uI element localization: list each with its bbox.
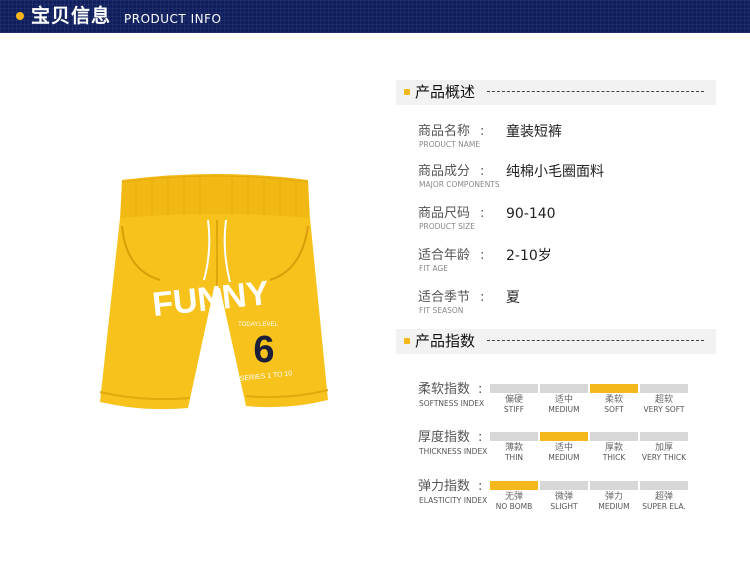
info-label-cn: 适合季节	[418, 290, 471, 305]
index-option-label: 加厚 VERY THICK	[634, 443, 694, 462]
index-row-thickness: 厚度指数 THICKNESS INDEX : 薄款 THIN 适中 MEDIUM 厚款 T…	[418, 430, 718, 472]
product-info-page: 宝贝信息 PRODUCT INFO FUNNY TODAY.LEVEL 6 SE…	[0, 0, 750, 561]
index-segment-selected	[540, 432, 588, 441]
info-label-en: FIT AGE	[419, 264, 449, 273]
index-option-cn: 加厚	[654, 443, 673, 453]
index-segment-unselected	[640, 432, 688, 441]
info-value: 纯棉小毛圈面料	[506, 164, 604, 180]
section-divider	[487, 91, 704, 92]
index-option-en: VERY THICK	[641, 453, 687, 462]
info-label-cn: 适合年龄	[418, 248, 471, 263]
index-label-en: THICKNESS INDEX	[419, 447, 488, 456]
info-row-season: 适合季节 FIT SEASON : 夏	[418, 290, 718, 320]
info-label-cn: 商品名称	[418, 124, 471, 139]
product-image: FUNNY TODAY.LEVEL 6 SERIES 1 TO 10	[96, 170, 336, 430]
index-label-cn: 弹力指数	[418, 479, 471, 494]
info-label-en: PRODUCT NAME	[419, 140, 481, 149]
print-small-text: TODAY.LEVEL	[238, 322, 278, 328]
index-option-cn: 超弹	[654, 492, 673, 502]
info-colon: :	[480, 206, 485, 221]
index-colon: :	[478, 382, 483, 397]
info-label-cn: 商品尺码	[418, 206, 471, 221]
shorts-illustration: FUNNY TODAY.LEVEL 6 SERIES 1 TO 10	[99, 174, 329, 410]
header-title-en: PRODUCT INFO	[124, 12, 222, 26]
info-value: 2-10岁	[506, 248, 552, 264]
info-value: 夏	[506, 290, 520, 306]
print-number-text: 6	[253, 329, 274, 371]
info-colon: :	[480, 290, 485, 305]
index-segment-selected	[590, 384, 638, 393]
index-label-cn: 柔软指数	[418, 382, 471, 397]
index-segment-unselected	[540, 481, 588, 490]
info-label-cn: 商品成分	[418, 164, 471, 179]
info-label-en: FIT SEASON	[419, 306, 464, 315]
section-divider	[487, 340, 704, 341]
index-row-softness: 柔软指数 SOFTNESS INDEX : 偏硬 STIFF 适中 MEDIUM 柔软 S…	[418, 382, 718, 424]
index-section-bar: 产品指数	[396, 329, 716, 354]
info-row-size: 商品尺码 PRODUCT SIZE : 90-140	[418, 206, 718, 236]
index-row-elasticity: 弹力指数 ELASTICITY INDEX : 无弹 NO BOMB 微弹 SLIGH…	[418, 479, 718, 521]
index-option-en: VERY SOFT	[643, 405, 685, 414]
info-label-en: PRODUCT SIZE	[419, 222, 475, 231]
index-segment-unselected	[640, 481, 688, 490]
index-option-en: SUPER ELA.	[642, 502, 686, 511]
overview-title: 产品概述	[415, 83, 476, 101]
index-segment-unselected	[490, 432, 538, 441]
info-value: 童装短裤	[506, 124, 562, 140]
index-segment-unselected	[490, 384, 538, 393]
header-bullet-icon	[16, 12, 24, 20]
index-colon: :	[478, 430, 483, 445]
index-colon: :	[478, 479, 483, 494]
info-row-age: 适合年龄 FIT AGE : 2-10岁	[418, 248, 718, 278]
section-bullet-icon	[404, 338, 410, 344]
index-segment-unselected	[590, 481, 638, 490]
info-colon: :	[480, 124, 485, 139]
overview-section-bar: 产品概述	[396, 80, 716, 105]
info-row-components: 商品成分 MAJOR COMPONENTS : 纯棉小毛圈面料	[418, 164, 718, 194]
index-segment-unselected	[540, 384, 588, 393]
section-bullet-icon	[404, 89, 410, 95]
index-option-label: 超软 VERY SOFT	[634, 395, 694, 414]
index-option-cn: 超软	[654, 395, 673, 405]
index-label-cn: 厚度指数	[418, 430, 471, 445]
header-title-cn: 宝贝信息	[31, 5, 112, 27]
index-segment-selected	[490, 481, 538, 490]
index-segment-unselected	[590, 432, 638, 441]
index-label-en: ELASTICITY INDEX	[419, 496, 488, 505]
info-row-name: 商品名称 PRODUCT NAME : 童装短裤	[418, 124, 718, 154]
info-value: 90-140	[506, 206, 556, 222]
header-banner: 宝贝信息 PRODUCT INFO	[0, 0, 750, 33]
index-label-en: SOFTNESS INDEX	[419, 399, 485, 408]
index-segment-unselected	[640, 384, 688, 393]
info-colon: :	[480, 248, 485, 263]
index-option-label: 超弹 SUPER ELA.	[634, 492, 694, 511]
index-title: 产品指数	[415, 332, 476, 350]
info-label-en: MAJOR COMPONENTS	[419, 180, 500, 189]
info-colon: :	[480, 164, 485, 179]
